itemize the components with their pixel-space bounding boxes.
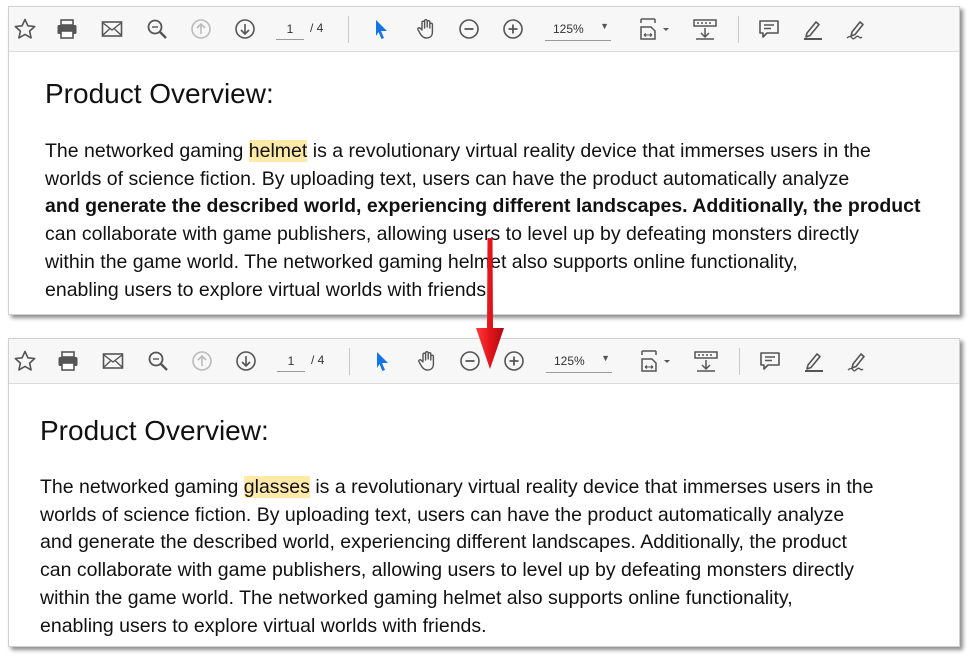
- sign-icon[interactable]: [844, 16, 870, 42]
- hand-icon[interactable]: [414, 348, 440, 374]
- toolbar-divider: [349, 348, 350, 375]
- zoom-value: 125%: [553, 22, 584, 36]
- arrow-up-icon[interactable]: [188, 16, 214, 42]
- highlighted-word: glasses: [243, 476, 310, 498]
- paragraph: The networked gaming glasses is a revolu…: [40, 474, 873, 640]
- zoom-value: 125%: [554, 354, 585, 368]
- zoom-search-icon[interactable]: [144, 16, 170, 42]
- zoom-in-icon[interactable]: [500, 16, 526, 42]
- mail-icon[interactable]: [99, 16, 125, 42]
- print-icon[interactable]: [55, 348, 81, 374]
- fit-page-icon[interactable]: [638, 348, 674, 374]
- comment-icon[interactable]: [757, 348, 783, 374]
- zoom-dropdown[interactable]: 125% ▼: [545, 18, 611, 41]
- arrow-down-icon[interactable]: [233, 348, 259, 374]
- zoom-dropdown[interactable]: 125% ▼: [546, 350, 612, 373]
- scroll-mode-icon[interactable]: [690, 16, 720, 42]
- toolbar-divider: [739, 348, 740, 375]
- text-line-bold: and generate the described world, experi…: [45, 195, 921, 218]
- text-line: can collaborate with game publishers, al…: [40, 559, 855, 582]
- comment-icon[interactable]: [756, 16, 782, 42]
- page-title: Product Overview:: [40, 415, 269, 446]
- arrow-up-icon[interactable]: [189, 348, 215, 374]
- page-title: Product Overview:: [45, 78, 274, 109]
- scroll-mode-icon[interactable]: [691, 348, 721, 374]
- page-total: / 4: [310, 21, 324, 35]
- page-number-input[interactable]: [277, 351, 305, 372]
- print-icon[interactable]: [54, 16, 80, 42]
- text-line: worlds of science fiction. By uploading …: [45, 167, 850, 190]
- mail-icon[interactable]: [100, 348, 126, 374]
- star-icon[interactable]: [12, 348, 38, 374]
- fit-page-icon[interactable]: [637, 16, 673, 42]
- select-cursor-icon[interactable]: [368, 16, 394, 42]
- sign-icon[interactable]: [845, 348, 871, 374]
- pdf-viewer-after: / 4 125% ▼: [8, 338, 960, 647]
- text-line: worlds of science fiction. By uploading …: [40, 503, 845, 526]
- page-number-input[interactable]: [276, 19, 304, 40]
- text-line: The networked gaming glasses is a revolu…: [40, 474, 873, 502]
- chevron-down-icon: ▼: [600, 21, 609, 31]
- zoom-out-icon[interactable]: [456, 16, 482, 42]
- arrow-down-icon[interactable]: [232, 16, 258, 42]
- chevron-down-icon: ▼: [601, 353, 610, 363]
- highlight-pen-icon[interactable]: [801, 348, 827, 374]
- text-line: and generate the described world, experi…: [40, 531, 847, 554]
- text-segment: is a revolutionary virtual reality devic…: [309, 476, 874, 498]
- text-segment: The networked gaming: [45, 140, 249, 162]
- text-segment: is a revolutionary virtual reality devic…: [307, 140, 871, 162]
- highlighted-word: helmet: [248, 140, 308, 162]
- text-segment: The networked gaming: [40, 476, 244, 498]
- hand-icon[interactable]: [413, 16, 439, 42]
- text-line: The networked gaming helmet is a revolut…: [45, 138, 921, 166]
- zoom-search-icon[interactable]: [145, 348, 171, 374]
- red-down-arrow-icon: [476, 238, 504, 369]
- toolbar-divider: [348, 16, 349, 43]
- toolbar-divider: [738, 16, 739, 43]
- star-icon[interactable]: [12, 16, 38, 42]
- document-page: Product Overview: The networked gaming g…: [9, 384, 959, 646]
- select-cursor-icon[interactable]: [369, 348, 395, 374]
- page-total: / 4: [311, 353, 325, 367]
- text-line: enabling users to explore virtual worlds…: [40, 614, 487, 637]
- toolbar: / 4 125% ▼: [9, 7, 959, 52]
- highlight-pen-icon[interactable]: [800, 16, 826, 42]
- text-line: within the game world. The networked gam…: [40, 586, 793, 609]
